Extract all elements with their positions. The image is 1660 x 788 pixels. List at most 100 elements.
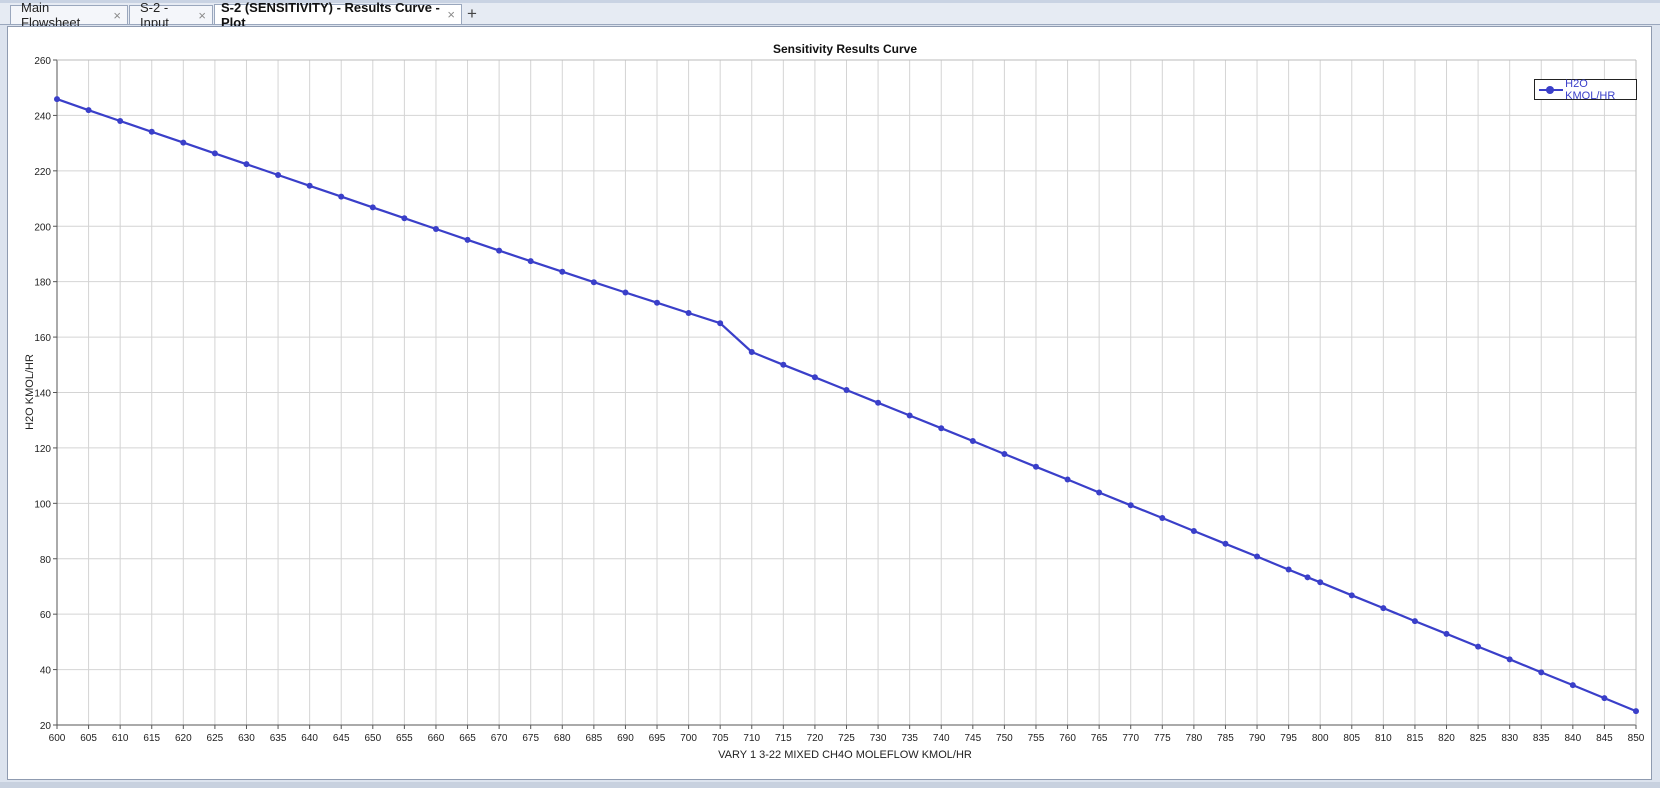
x-tick-label: 600	[49, 733, 66, 744]
x-tick-label: 665	[459, 733, 476, 744]
x-tick-label: 640	[301, 733, 318, 744]
legend-label: H2O KMOL/HR	[1565, 77, 1616, 102]
data-point	[1411, 618, 1418, 625]
x-tick-label: 675	[522, 733, 539, 744]
data-point	[54, 96, 60, 103]
data-point	[1001, 451, 1008, 458]
data-point	[1222, 540, 1229, 547]
x-tick-label: 835	[1533, 733, 1550, 744]
data-point	[1064, 476, 1071, 483]
data-point	[148, 128, 155, 135]
data-point	[85, 107, 92, 114]
data-point	[1633, 708, 1639, 715]
data-point	[1601, 695, 1608, 702]
y-tick-label: 60	[40, 610, 52, 621]
x-tick-label: 810	[1375, 733, 1392, 744]
x-tick-label: 700	[680, 733, 697, 744]
x-tick-label: 785	[1217, 733, 1234, 744]
data-point	[496, 247, 503, 254]
x-tick-label: 775	[1154, 733, 1171, 744]
x-tick-label: 820	[1438, 733, 1455, 744]
data-point	[590, 279, 597, 286]
y-tick-label: 40	[40, 666, 52, 677]
data-point	[369, 204, 376, 211]
data-point	[938, 425, 945, 432]
x-tick-label: 625	[207, 733, 224, 744]
x-tick-label: 840	[1564, 733, 1581, 744]
data-point	[464, 236, 471, 243]
x-tick-label: 730	[870, 733, 887, 744]
data-point	[748, 349, 755, 356]
data-point	[1569, 682, 1576, 689]
x-tick-label: 795	[1280, 733, 1297, 744]
x-tick-label: 655	[396, 733, 413, 744]
y-tick-label: 140	[34, 389, 51, 400]
data-point	[1032, 463, 1039, 470]
x-tick-label: 790	[1249, 733, 1266, 744]
x-tick-label: 720	[807, 733, 824, 744]
y-tick-label: 180	[34, 278, 51, 289]
x-tick-label: 645	[333, 733, 350, 744]
data-point	[401, 215, 408, 222]
data-point	[1380, 605, 1387, 612]
chart-axes	[53, 59, 1637, 729]
y-tick-label: 100	[34, 499, 51, 510]
data-point	[906, 412, 913, 419]
x-tick-label: 765	[1091, 733, 1108, 744]
y-tick-label: 160	[34, 333, 51, 344]
data-point	[717, 320, 724, 327]
y-tick-label: 200	[34, 222, 51, 233]
y-tick-label: 20	[40, 721, 52, 732]
data-point	[117, 117, 124, 124]
x-tick-label: 725	[838, 733, 855, 744]
data-point	[211, 150, 218, 157]
data-point	[1127, 502, 1134, 509]
x-tick-label: 670	[491, 733, 508, 744]
x-tick-label: 740	[933, 733, 950, 744]
data-point	[969, 437, 976, 444]
x-tick-label: 800	[1312, 733, 1329, 744]
data-point	[654, 299, 661, 306]
data-point	[527, 258, 534, 265]
data-point	[843, 387, 850, 394]
y-tick-label: 120	[34, 444, 51, 455]
results-curve-chart: Sensitivity Results Curve 600 605 610 615 62…	[24, 42, 1645, 761]
data-point	[243, 161, 250, 168]
x-tick-label: 610	[112, 733, 129, 744]
data-point	[1538, 669, 1545, 676]
x-tick-label: 745	[964, 733, 981, 744]
data-point	[180, 139, 187, 146]
x-tick-label: 760	[1059, 733, 1076, 744]
x-tick-label: 805	[1343, 733, 1360, 744]
x-tick-label: 710	[743, 733, 760, 744]
data-point	[1506, 656, 1513, 663]
x-tick-label: 815	[1407, 733, 1424, 744]
y-tick-label: 240	[34, 111, 51, 122]
x-tick-label: 845	[1596, 733, 1613, 744]
data-point	[1285, 566, 1292, 573]
x-tick-label: 850	[1628, 733, 1645, 744]
data-point	[559, 268, 566, 275]
chart-legend: H2O KMOL/HR	[1534, 77, 1637, 102]
data-point	[780, 361, 787, 368]
x-tick-label: 680	[554, 733, 571, 744]
data-point	[306, 182, 313, 189]
legend-marker-icon	[1539, 84, 1565, 96]
data-point	[1096, 489, 1103, 496]
x-tick-label: 750	[996, 733, 1013, 744]
x-axis-label: VARY 1 3-22 MIXED CH4O MOLEFLOW KMOL/HR	[718, 749, 972, 761]
x-tick-label: 735	[901, 733, 918, 744]
data-point	[432, 226, 439, 233]
x-tick-label: 635	[270, 733, 287, 744]
chart-tick-labels: 600 605 610 615 620 625 630 635 640 645 650 655 660 6…	[34, 56, 1644, 744]
y-axis-label: H2O KMOL/HR	[24, 354, 36, 430]
data-point	[1443, 630, 1450, 637]
x-tick-label: 620	[175, 733, 192, 744]
data-point	[875, 399, 882, 406]
data-point	[1475, 643, 1482, 650]
x-tick-label: 630	[238, 733, 255, 744]
y-tick-label: 260	[34, 56, 51, 67]
status-strip	[0, 782, 1660, 788]
x-tick-label: 690	[617, 733, 634, 744]
y-tick-label: 80	[40, 555, 52, 566]
